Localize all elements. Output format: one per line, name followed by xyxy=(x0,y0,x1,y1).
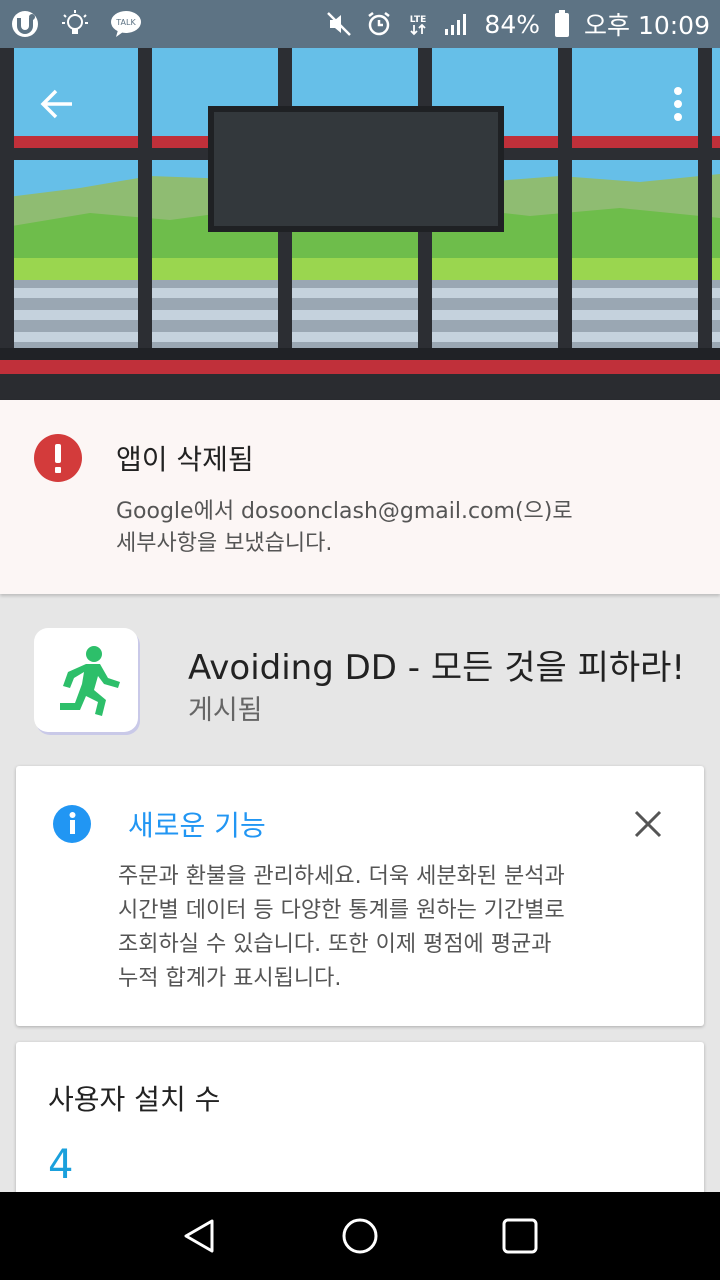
user-installs-card[interactable]: 사용자 설치 수 4 xyxy=(16,1042,704,1212)
installs-label: 사용자 설치 수 xyxy=(48,1083,221,1116)
signal-icon xyxy=(444,11,470,37)
whats-new-line: 누적 합계가 표시됩니다. xyxy=(118,966,342,991)
battery-percent: 84% xyxy=(484,9,540,39)
nav-back-button[interactable] xyxy=(170,1206,230,1266)
whats-new-line: 주문과 환불을 관리하세요. 더욱 세분화된 분석과 xyxy=(118,864,565,889)
info-icon xyxy=(52,804,92,848)
lte-label: LTE xyxy=(410,15,427,25)
error-icon xyxy=(33,433,83,487)
whats-new-title: 새로운 기능 xyxy=(128,809,266,842)
pixel-art-background xyxy=(0,48,720,400)
installs-value: 4 xyxy=(48,1142,74,1188)
more-vert-icon xyxy=(674,87,682,121)
u-plus-icon xyxy=(10,9,40,39)
alert-title: 앱이 삭제됨 xyxy=(116,443,254,476)
back-button[interactable] xyxy=(30,78,82,130)
nav-recents-button[interactable] xyxy=(490,1206,550,1266)
back-triangle-icon xyxy=(184,1219,214,1253)
whats-new-line: 시간별 데이터 등 다양한 통계를 원하는 기간별로 xyxy=(118,898,565,923)
overflow-menu-button[interactable] xyxy=(658,78,698,130)
kakao-label: TALK xyxy=(115,18,136,27)
navigation-bar xyxy=(0,1192,720,1280)
whats-new-body: 주문과 환불을 관리하세요. 더욱 세분화된 분석과 시간별 데이터 등 다양한… xyxy=(118,860,658,996)
lte-icon: LTE xyxy=(406,11,430,37)
dismiss-button[interactable] xyxy=(628,804,668,844)
alarm-icon xyxy=(366,11,392,37)
app-removed-alert: 앱이 삭제됨 Google에서 dosoonclash@gmail.com(으)… xyxy=(0,400,720,594)
app-name: Avoiding DD - 모든 것을 피하라! xyxy=(188,648,686,688)
alert-body: Google에서 dosoonclash@gmail.com(으)로 세부사항을… xyxy=(116,496,676,560)
home-circle-icon xyxy=(342,1218,378,1254)
lightbulb-icon xyxy=(60,9,90,39)
battery-icon xyxy=(554,10,570,38)
whats-new-card: 새로운 기능 주문과 환불을 관리하세요. 더욱 세분화된 분석과 시간별 데이… xyxy=(16,766,704,1026)
arrow-back-icon xyxy=(40,89,72,119)
alert-body-line: 세부사항을 보냈습니다. xyxy=(116,531,333,556)
running-man-icon xyxy=(60,646,120,716)
clock: 오후 10:09 xyxy=(584,11,710,40)
close-icon xyxy=(634,810,662,838)
mute-icon xyxy=(326,11,352,37)
nav-home-button[interactable] xyxy=(330,1206,390,1266)
app-icon xyxy=(34,628,138,732)
whats-new-line: 조회하실 수 있습니다. 또한 이제 평점에 평균과 xyxy=(118,932,552,957)
feature-graphic xyxy=(0,48,720,400)
status-bar: TALK LTE 84% 오후 10:09 xyxy=(0,0,720,48)
alert-body-line: Google에서 dosoonclash@gmail.com(으)로 xyxy=(116,499,573,524)
recents-square-icon xyxy=(502,1218,538,1254)
kakaotalk-icon: TALK xyxy=(110,10,142,38)
app-status: 게시됨 xyxy=(188,695,263,726)
